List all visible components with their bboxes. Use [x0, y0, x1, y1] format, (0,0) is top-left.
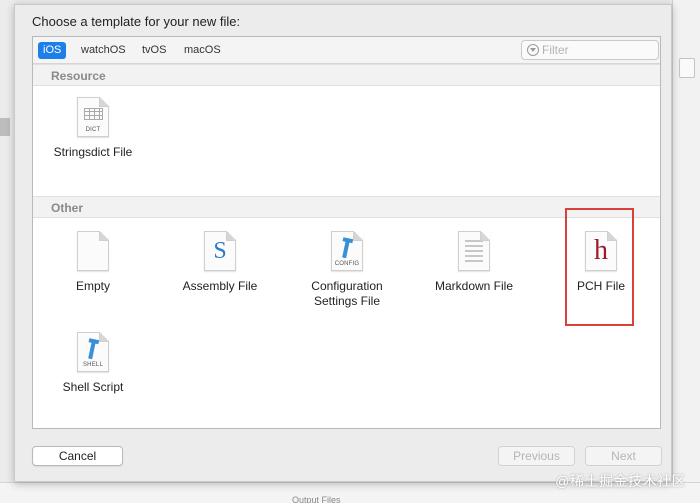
tab-ios[interactable]: iOS	[38, 42, 67, 59]
dialog-prompt: Choose a template for your new file:	[32, 14, 241, 29]
filter-icon	[527, 44, 539, 56]
section-header-resource: Resource	[33, 64, 660, 86]
config-icon-tag: CONFIG	[334, 261, 360, 267]
pch-file-highlight-box	[565, 208, 634, 326]
template-label: Shell Script	[62, 380, 124, 394]
platform-tab-bar: iOS watchOS tvOS macOS	[33, 37, 660, 64]
template-label: Markdown File	[434, 279, 514, 293]
template-panel: iOS watchOS tvOS macOS Resource DICT Str…	[32, 36, 661, 429]
shell-icon-tag: SHELL	[82, 362, 103, 368]
assembly-file-icon: S	[204, 231, 236, 271]
assembly-glyph: S	[213, 238, 227, 264]
template-configuration-settings-file[interactable]: CONFIG Configuration Settings File	[287, 231, 407, 309]
template-label: Assembly File	[182, 279, 258, 293]
section-title-other: Other	[51, 201, 84, 215]
stringsdict-file-icon: DICT	[77, 97, 109, 137]
background-output-files-label: Output Files	[292, 495, 341, 503]
template-markdown-file[interactable]: Markdown File	[414, 231, 534, 294]
section-title-resource: Resource	[51, 69, 106, 83]
template-assembly-file[interactable]: S Assembly File	[160, 231, 280, 294]
cancel-button[interactable]: Cancel	[32, 446, 123, 466]
template-shell-script[interactable]: SHELL Shell Script	[33, 332, 153, 395]
tab-macos[interactable]: macOS	[179, 42, 226, 59]
filter-field[interactable]	[521, 40, 659, 60]
shell-script-icon: SHELL	[77, 332, 109, 372]
template-label: Configuration Settings File	[311, 279, 383, 308]
template-label: Stringsdict File	[53, 145, 133, 159]
filter-input[interactable]	[542, 42, 652, 58]
template-chooser-sheet: Choose a template for your new file: iOS…	[14, 4, 672, 482]
background-marker	[0, 118, 10, 136]
background-control	[679, 58, 695, 78]
empty-file-icon	[77, 231, 109, 271]
markdown-file-icon	[458, 231, 490, 271]
template-label: Empty	[75, 279, 110, 293]
background-window-left	[0, 0, 14, 503]
tab-tvos[interactable]: tvOS	[137, 42, 171, 59]
template-stringsdict-file[interactable]: DICT Stringsdict File	[33, 97, 153, 160]
hammer-icon	[88, 340, 96, 360]
stringsdict-icon-tag: DICT	[85, 127, 101, 133]
template-empty[interactable]: Empty	[33, 231, 153, 294]
hammer-icon	[342, 239, 350, 259]
previous-button[interactable]: Previous	[498, 446, 575, 466]
tab-watchos[interactable]: watchOS	[76, 42, 131, 59]
config-file-icon: CONFIG	[331, 231, 363, 271]
next-button[interactable]: Next	[585, 446, 662, 466]
watermark: @稀土掘金技术社区	[555, 473, 686, 489]
background-window-right	[672, 0, 700, 503]
